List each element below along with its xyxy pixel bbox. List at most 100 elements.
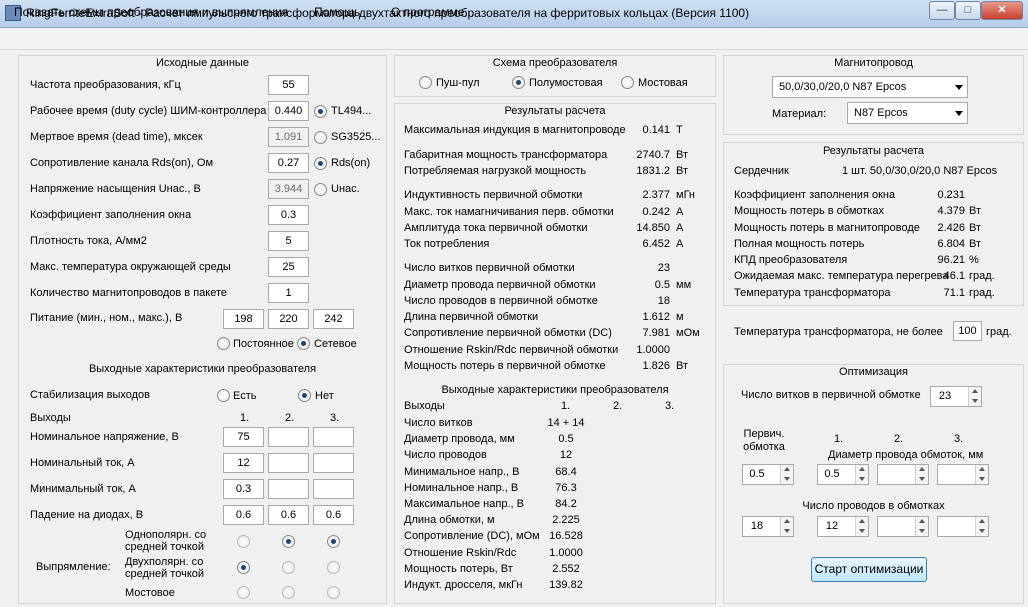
result-unit: м bbox=[676, 311, 684, 323]
cores-count-input[interactable]: 1 bbox=[268, 283, 309, 303]
sg3525-label: SG3525... bbox=[331, 131, 381, 143]
core-results-title: Результаты расчета bbox=[822, 145, 925, 157]
menu-help[interactable]: Помощь bbox=[314, 5, 360, 19]
wires-count-spinner[interactable] bbox=[937, 516, 989, 537]
result-value: 2.377 bbox=[642, 189, 670, 201]
spin-buttons[interactable] bbox=[855, 517, 868, 536]
result-unit: мм bbox=[676, 279, 692, 291]
rect-bipolar-label: Двухполярн. со средней точкой bbox=[125, 556, 205, 580]
dc-supply-radio[interactable] bbox=[217, 337, 230, 350]
chevron-down-icon bbox=[955, 111, 963, 116]
rectification-label: Выпрямление: bbox=[36, 561, 111, 573]
ambient-temp-input[interactable]: 25 bbox=[268, 257, 309, 277]
duty-input[interactable]: 0.440 bbox=[268, 101, 309, 121]
primary-turns-spinner[interactable]: 23 bbox=[930, 386, 982, 407]
nominal-current-3-input[interactable] bbox=[313, 453, 354, 473]
spin-buttons[interactable] bbox=[855, 465, 868, 484]
close-icon[interactable]: ✕ bbox=[981, 1, 1023, 20]
wire-diameter-spinner[interactable] bbox=[877, 464, 929, 485]
spin-buttons[interactable] bbox=[915, 517, 928, 536]
usat-radio[interactable] bbox=[314, 183, 327, 196]
rect-bridge-1-radio[interactable] bbox=[237, 586, 250, 599]
min-current-1-input[interactable]: 0.3 bbox=[223, 479, 264, 499]
nominal-current-2-input[interactable] bbox=[268, 453, 309, 473]
core-result-value: 96.21 bbox=[937, 254, 965, 266]
minimize-icon[interactable]: — bbox=[929, 1, 955, 20]
primary-turns-label: Число витков в первичной обмотке bbox=[741, 389, 921, 401]
spin-buttons[interactable] bbox=[780, 465, 793, 484]
spin-buttons[interactable] bbox=[975, 517, 988, 536]
wire-diameter-spinner[interactable]: 0.5 bbox=[817, 464, 869, 485]
rect-bipolar-3-radio[interactable] bbox=[327, 561, 340, 574]
rect-bipolar-1-radio[interactable] bbox=[237, 561, 250, 574]
maximize-icon[interactable]: □ bbox=[955, 1, 981, 20]
output-result-value: 2.225 bbox=[552, 514, 580, 527]
spin-buttons[interactable] bbox=[968, 387, 981, 406]
wires-count-spinner[interactable]: 12 bbox=[817, 516, 869, 537]
rect-single-3-radio[interactable] bbox=[327, 535, 340, 548]
rect-single-2-radio[interactable] bbox=[282, 535, 295, 548]
result-unit: Вт bbox=[676, 360, 689, 372]
ac-supply-radio[interactable] bbox=[297, 337, 310, 350]
nominal-current-1-input[interactable]: 12 bbox=[223, 453, 264, 473]
wire-diameter-spinner[interactable] bbox=[937, 464, 989, 485]
max-temp-unit: град. bbox=[986, 326, 1012, 338]
supply-max-input[interactable]: 242 bbox=[313, 309, 354, 329]
current-density-input[interactable]: 5 bbox=[268, 231, 309, 251]
rect-bridge-2-radio[interactable] bbox=[282, 586, 295, 599]
bridge-radio[interactable] bbox=[621, 76, 634, 89]
dead-time-input[interactable]: 1.091 bbox=[268, 127, 309, 147]
nominal-voltage-3-input[interactable] bbox=[313, 427, 354, 447]
min-current-2-input[interactable] bbox=[268, 479, 309, 499]
nominal-voltage-2-input[interactable] bbox=[268, 427, 309, 447]
wire-diameter-spinner[interactable]: 0.5 bbox=[742, 464, 794, 485]
diode-drop-3-input[interactable]: 0.6 bbox=[313, 505, 354, 525]
menu-about[interactable]: О программе... bbox=[391, 5, 474, 19]
spin-buttons[interactable] bbox=[975, 465, 988, 484]
menu-show-schemes[interactable]: Показать схемы преобразования и выпрямле… bbox=[14, 5, 288, 19]
core-result-value: 2.426 bbox=[937, 222, 965, 234]
usat-input[interactable]: 3.944 bbox=[268, 179, 309, 199]
material-select[interactable]: N87 Epcos bbox=[847, 102, 968, 124]
outputs-label: Выходы bbox=[30, 412, 71, 424]
sg3525-radio[interactable] bbox=[314, 131, 327, 144]
rds-radio[interactable] bbox=[314, 157, 327, 170]
spin-buttons[interactable] bbox=[780, 517, 793, 536]
current-density-label: Плотность тока, А/мм2 bbox=[30, 235, 147, 247]
stabilization-yes-label: Есть bbox=[233, 390, 257, 402]
core-select[interactable]: 50,0/30,0/20,0 N87 Epcos bbox=[772, 76, 968, 98]
diode-drop-1-input[interactable]: 0.6 bbox=[223, 505, 264, 525]
push-pull-radio[interactable] bbox=[419, 76, 432, 89]
rect-bridge-3-radio[interactable] bbox=[327, 586, 340, 599]
rect-bipolar-2-radio[interactable] bbox=[282, 561, 295, 574]
outputs-results-label: Выходы bbox=[404, 400, 445, 412]
nominal-voltage-1-input[interactable]: 75 bbox=[223, 427, 264, 447]
diode-drop-2-input[interactable]: 0.6 bbox=[268, 505, 309, 525]
supply-nom-input[interactable]: 220 bbox=[268, 309, 309, 329]
fill-input[interactable]: 0.3 bbox=[268, 205, 309, 225]
scheme-title: Схема преобразователя bbox=[492, 57, 618, 69]
supply-min-input[interactable]: 198 bbox=[223, 309, 264, 329]
tl494-radio[interactable] bbox=[314, 105, 327, 118]
result-value: 2740.7 bbox=[636, 149, 670, 161]
arrow-down-icon bbox=[919, 529, 925, 533]
wires-count-spinner[interactable]: 18 bbox=[742, 516, 794, 537]
half-bridge-radio[interactable] bbox=[512, 76, 525, 89]
output-result-value: 0.5 bbox=[558, 433, 574, 446]
rect-single-1-radio[interactable] bbox=[237, 535, 250, 548]
stabilization-no-radio[interactable] bbox=[298, 389, 311, 402]
rds-input[interactable]: 0.27 bbox=[268, 153, 309, 173]
max-temp-input[interactable]: 100 bbox=[953, 321, 982, 341]
results-title: Результаты расчета bbox=[504, 105, 606, 117]
wires-count-spinner[interactable] bbox=[877, 516, 929, 537]
stabilization-label: Стабилизация выходов bbox=[30, 389, 150, 401]
core-result-value: 4.379 bbox=[937, 205, 965, 217]
freq-input[interactable]: 55 bbox=[268, 75, 309, 95]
core-value: 1 шт. 50,0/30,0/20,0 N87 Epcos bbox=[842, 165, 998, 177]
output-col-3: 3. bbox=[330, 412, 340, 424]
min-current-3-input[interactable] bbox=[313, 479, 354, 499]
stabilization-yes-radio[interactable] bbox=[217, 389, 230, 402]
spin-buttons[interactable] bbox=[915, 465, 928, 484]
start-optimization-button[interactable]: Старт оптимизации bbox=[811, 557, 927, 582]
core-result-unit: Вт bbox=[969, 222, 982, 234]
